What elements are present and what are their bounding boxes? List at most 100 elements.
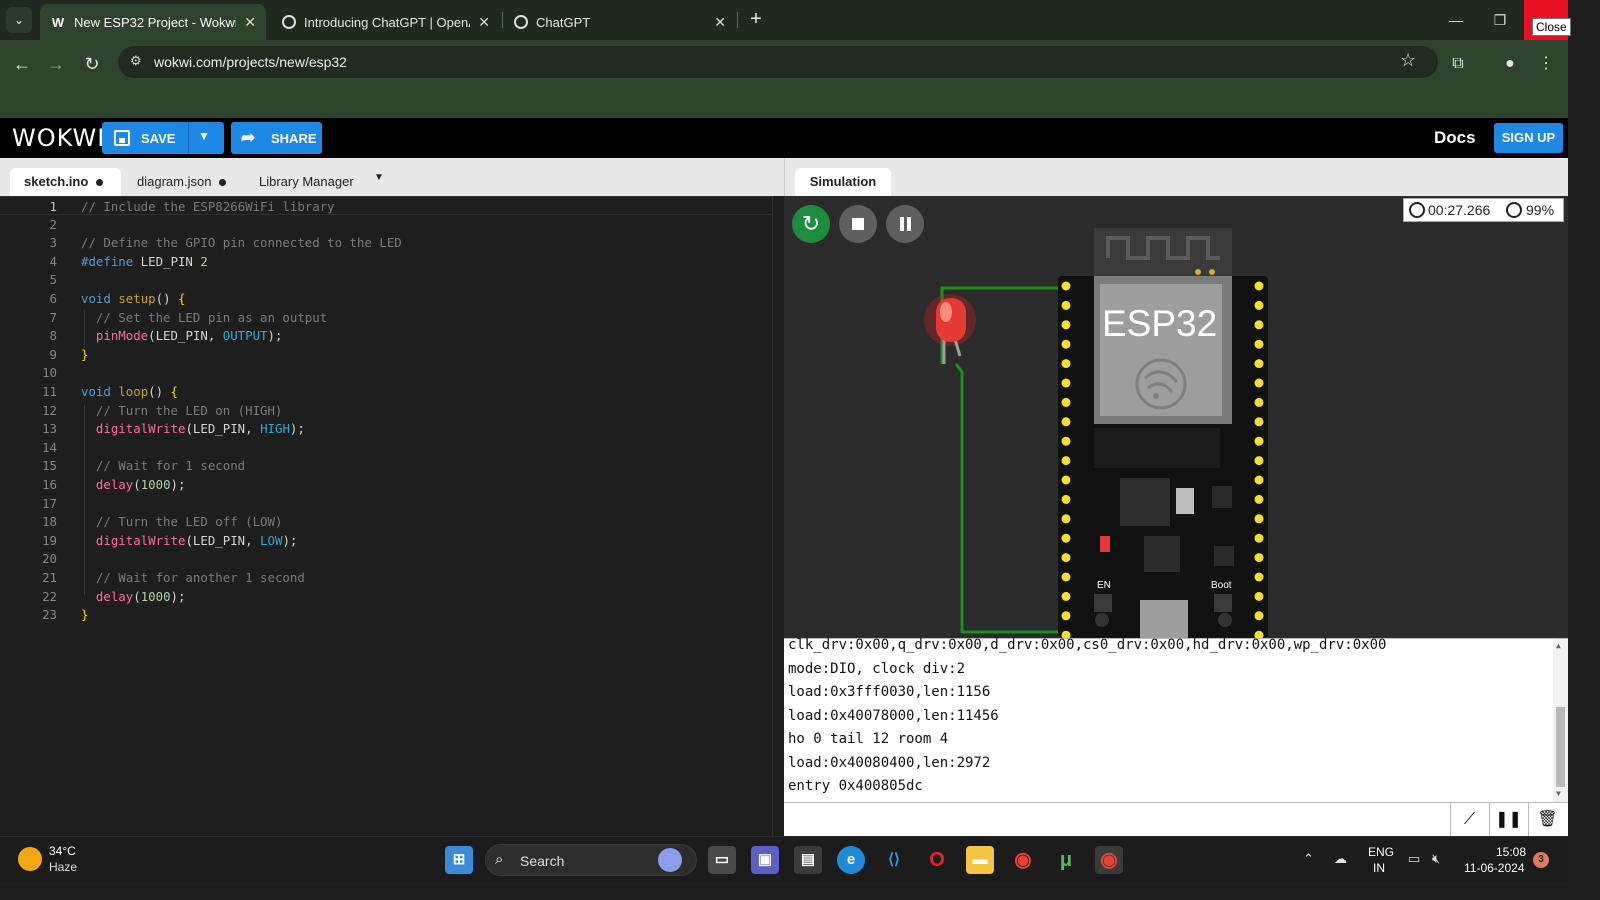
code-line[interactable]: 15 // Wait for 1 second [0,456,772,475]
pause-serial-button[interactable]: ❚❚ [1489,803,1527,836]
taskbar-search[interactable]: ⌕ Search [485,844,697,876]
esp32-pin[interactable] [1254,339,1264,349]
code-line[interactable]: 21 // Wait for another 1 second [0,568,772,587]
forward-icon[interactable]: → [42,50,70,78]
esp32-pin[interactable] [1254,300,1264,310]
serial-monitor-output[interactable]: entry 0x400805dc load:0x40080400,len:2972… [784,637,1568,803]
esp32-pin[interactable] [1061,591,1071,601]
extensions-icon[interactable]: ⧉ [1444,50,1472,78]
docs-link[interactable]: Docs [1434,128,1476,148]
esp32-pin[interactable] [1061,514,1071,524]
file-explorer-icon[interactable]: ▬ [966,846,994,874]
site-info-icon[interactable]: ⚙ [130,53,148,71]
tab-simulation[interactable]: Simulation [795,168,891,196]
esp32-pin[interactable] [1061,397,1071,407]
restore-icon[interactable]: ❐ [1478,0,1522,40]
tab-close-icon[interactable]: ✕ [478,14,490,31]
esp32-pin[interactable] [1254,494,1264,504]
bookmark-star-icon[interactable]: ☆ [1400,50,1416,71]
esp32-pin[interactable] [1061,359,1071,369]
profile-icon[interactable]: ● [1496,50,1524,78]
esp32-pin[interactable] [1061,572,1071,582]
browser-tab-openai[interactable]: Introducing ChatGPT | OpenAI ✕ [272,4,500,40]
esp32-pin[interactable] [1061,300,1071,310]
esp32-pin[interactable] [1061,320,1071,330]
code-line[interactable]: 6 void setup() { [0,289,772,308]
browser-tab-wokwi[interactable]: W New ESP32 Project - Wokwi Sim ✕ [40,4,266,40]
code-line[interactable]: 12 // Turn the LED on (HIGH) [0,401,772,420]
code-line[interactable]: 20 [0,549,772,568]
display-icon[interactable]: ▭ [1408,851,1420,867]
sign-up-button[interactable]: SIGN UP [1494,123,1563,153]
tab-search-button[interactable]: ⌄ [6,7,32,33]
code-line[interactable]: 14 [0,438,772,457]
esp32-pin[interactable] [1254,320,1264,330]
chrome-active-icon[interactable]: ◉ [1095,846,1123,874]
esp32-board[interactable] [1058,228,1268,638]
plotter-chart-icon[interactable]: ⟋ [1450,803,1488,836]
vscode-icon[interactable]: ⟨⟩ [880,846,908,874]
tab-menu-caret-icon[interactable]: ▼ [374,172,384,183]
code-line[interactable]: 5 [0,270,772,289]
clock-time[interactable]: 15:08 [1496,845,1526,859]
new-tab-button[interactable]: + [744,8,768,32]
reload-icon[interactable]: ↻ [78,50,106,78]
esp32-pin[interactable] [1254,553,1264,563]
esp32-pin[interactable] [1254,514,1264,524]
esp32-pin[interactable] [1254,475,1264,485]
code-line[interactable]: 23} [0,605,772,624]
code-line[interactable]: 9} [0,345,772,364]
scroll-up-icon[interactable]: ▲ [1556,641,1561,650]
esp32-pin[interactable] [1061,553,1071,563]
task-view-icon[interactable]: ▭ [708,846,736,874]
esp32-pin[interactable] [1254,281,1264,291]
browser-tab-chatgpt[interactable]: ChatGPT ✕ [504,4,736,40]
tab-sketch-ino[interactable]: sketch.ino [10,168,121,196]
code-line[interactable]: 7 // Set the LED pin as an output [0,308,772,327]
tab-diagram-json[interactable]: diagram.json [123,168,240,196]
esp32-pin[interactable] [1061,533,1071,543]
esp32-pin[interactable] [1061,456,1071,466]
notification-badge[interactable]: 3 [1533,852,1549,868]
editor-scrollbar[interactable] [772,196,784,836]
show-hidden-icons-icon[interactable]: ⌃ [1303,851,1314,867]
tab-close-icon[interactable]: ✕ [244,14,256,31]
esp32-pin[interactable] [1061,281,1071,291]
code-line[interactable]: 2 [0,215,772,234]
share-button[interactable]: ➦ SHARE [231,122,322,154]
chevron-down-icon[interactable]: ▼ [198,129,210,143]
simulation-canvas[interactable]: ↻ 00:27.266 99% ESP32 EN Boot [784,196,1568,638]
utorrent-icon[interactable]: μ [1052,846,1080,874]
wokwi-logo[interactable]: WOKWI [12,124,105,152]
esp32-pin[interactable] [1061,436,1071,446]
save-button[interactable]: SAVE ▼ [102,122,224,154]
clear-serial-trash-icon[interactable]: 🗑 [1528,803,1566,836]
code-line[interactable]: 4 #define LED_PIN 2 [0,252,772,271]
network-icon[interactable]: ☁ [1334,851,1347,867]
opera-icon[interactable]: O [923,846,951,874]
input-language[interactable]: ENG [1368,845,1394,859]
esp32-pin[interactable] [1061,378,1071,388]
browser-menu-icon[interactable]: ⋮ [1532,50,1560,78]
haze-sun-icon[interactable] [18,847,42,871]
esp32-pin[interactable] [1254,456,1264,466]
address-bar[interactable]: ⚙ wokwi.com/projects/new/esp32 ☆ [118,46,1438,78]
back-icon[interactable]: ← [8,50,36,78]
code-line[interactable]: 18 // Turn the LED off (LOW) [0,512,772,531]
esp32-pin[interactable] [1254,533,1264,543]
code-line[interactable]: 11 void loop() { [0,382,772,401]
code-editor[interactable]: 1// Include the ESP8266WiFi library 2 3// … [0,196,784,836]
code-line[interactable]: 22 delay(1000); [0,587,772,606]
serial-input[interactable] [784,803,1450,836]
esp32-pin[interactable] [1061,475,1071,485]
clock-date[interactable]: 11-06-2024 [1464,861,1525,875]
wire-gnd[interactable] [954,363,1066,634]
code-line[interactable]: 16 delay(1000); [0,475,772,494]
esp32-pin[interactable] [1254,378,1264,388]
tab-library-manager[interactable]: Library Manager [245,168,368,196]
serial-scrollbar[interactable]: ▲ ▼ [1553,639,1568,803]
code-line[interactable]: 8 pinMode(LED_PIN, OUTPUT); [0,326,772,345]
esp32-pin[interactable] [1254,397,1264,407]
windows-start-icon[interactable]: ⊞ [445,846,473,874]
code-line[interactable]: 17 [0,494,772,513]
